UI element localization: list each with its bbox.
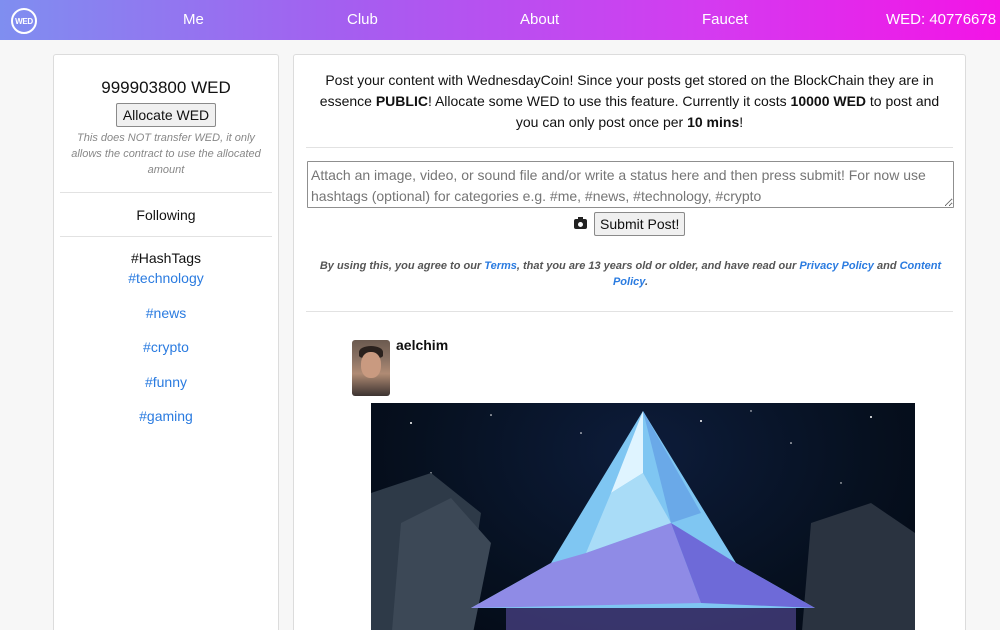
main-panel: Post your content with WednesdayCoin! Si… bbox=[293, 54, 966, 630]
intro-part: ! Allocate some WED to use this feature.… bbox=[427, 93, 791, 109]
hashtag-technology[interactable]: #technology bbox=[54, 268, 278, 303]
allocated-balance: 999903800 WED bbox=[101, 78, 231, 97]
intro-part: ! bbox=[739, 114, 744, 130]
terms-link[interactable]: Terms bbox=[484, 260, 517, 272]
feed-divider-wrap bbox=[294, 311, 965, 312]
hashtag-news[interactable]: #news bbox=[54, 303, 278, 338]
nav-link-me[interactable]: Me bbox=[183, 11, 204, 28]
allocate-wed-button[interactable]: Allocate WED bbox=[115, 103, 217, 127]
wed-logo-icon[interactable]: WED bbox=[11, 8, 37, 34]
hashtag-funny[interactable]: #funny bbox=[54, 372, 278, 407]
intro-cost: 10000 WED bbox=[790, 93, 867, 109]
terms-part: , that you are 13 years old or older, an… bbox=[516, 260, 800, 272]
hashtag-gaming[interactable]: #gaming bbox=[54, 406, 278, 441]
sidebar-divider bbox=[60, 236, 272, 237]
post-image[interactable] bbox=[371, 403, 915, 630]
hashtag-crypto[interactable]: #crypto bbox=[54, 337, 278, 372]
top-nav: WED Me Club About Faucet WED: 40776678 bbox=[0, 0, 1000, 40]
privacy-policy-link[interactable]: Privacy Policy bbox=[799, 260, 874, 272]
terms-part: . bbox=[644, 276, 649, 288]
intro-public: PUBLIC bbox=[375, 93, 428, 109]
mountain-illustration bbox=[371, 410, 915, 630]
avatar[interactable] bbox=[352, 340, 390, 396]
submit-row: Submit Post! bbox=[294, 212, 965, 236]
following-link[interactable]: Following bbox=[54, 207, 278, 223]
base-glow bbox=[506, 608, 796, 630]
post-author[interactable]: aelchim bbox=[396, 337, 448, 353]
nav-link-faucet[interactable]: Faucet bbox=[702, 11, 748, 28]
hashtags-heading: #HashTags bbox=[130, 250, 202, 266]
status-input[interactable] bbox=[307, 161, 954, 208]
camera-icon[interactable] bbox=[573, 217, 587, 229]
intro-text: Post your content with WednesdayCoin! Si… bbox=[312, 70, 947, 133]
right-rock bbox=[802, 503, 915, 630]
feed-divider bbox=[306, 311, 953, 312]
sidebar-divider bbox=[60, 192, 272, 193]
nav-link-club[interactable]: Club bbox=[347, 11, 378, 28]
hashtag-list: #technology #news #crypto #funny #gaming bbox=[54, 268, 278, 441]
wallet-balance: WED: 40776678 bbox=[886, 11, 997, 28]
intro-interval: 10 mins bbox=[687, 114, 740, 130]
avatar-face bbox=[361, 352, 381, 378]
nav-link-about[interactable]: About bbox=[520, 11, 559, 28]
allocate-note: This does NOT transfer WED, it only allo… bbox=[71, 132, 261, 176]
terms-notice: By using this, you agree to our Terms, t… bbox=[314, 258, 947, 290]
submit-post-button[interactable]: Submit Post! bbox=[594, 212, 686, 236]
sidebar: 999903800 WED Allocate WED This does NOT… bbox=[53, 54, 279, 630]
terms-part: and bbox=[873, 260, 900, 272]
main-divider bbox=[306, 147, 953, 148]
terms-part: By using this, you agree to our bbox=[319, 260, 485, 272]
